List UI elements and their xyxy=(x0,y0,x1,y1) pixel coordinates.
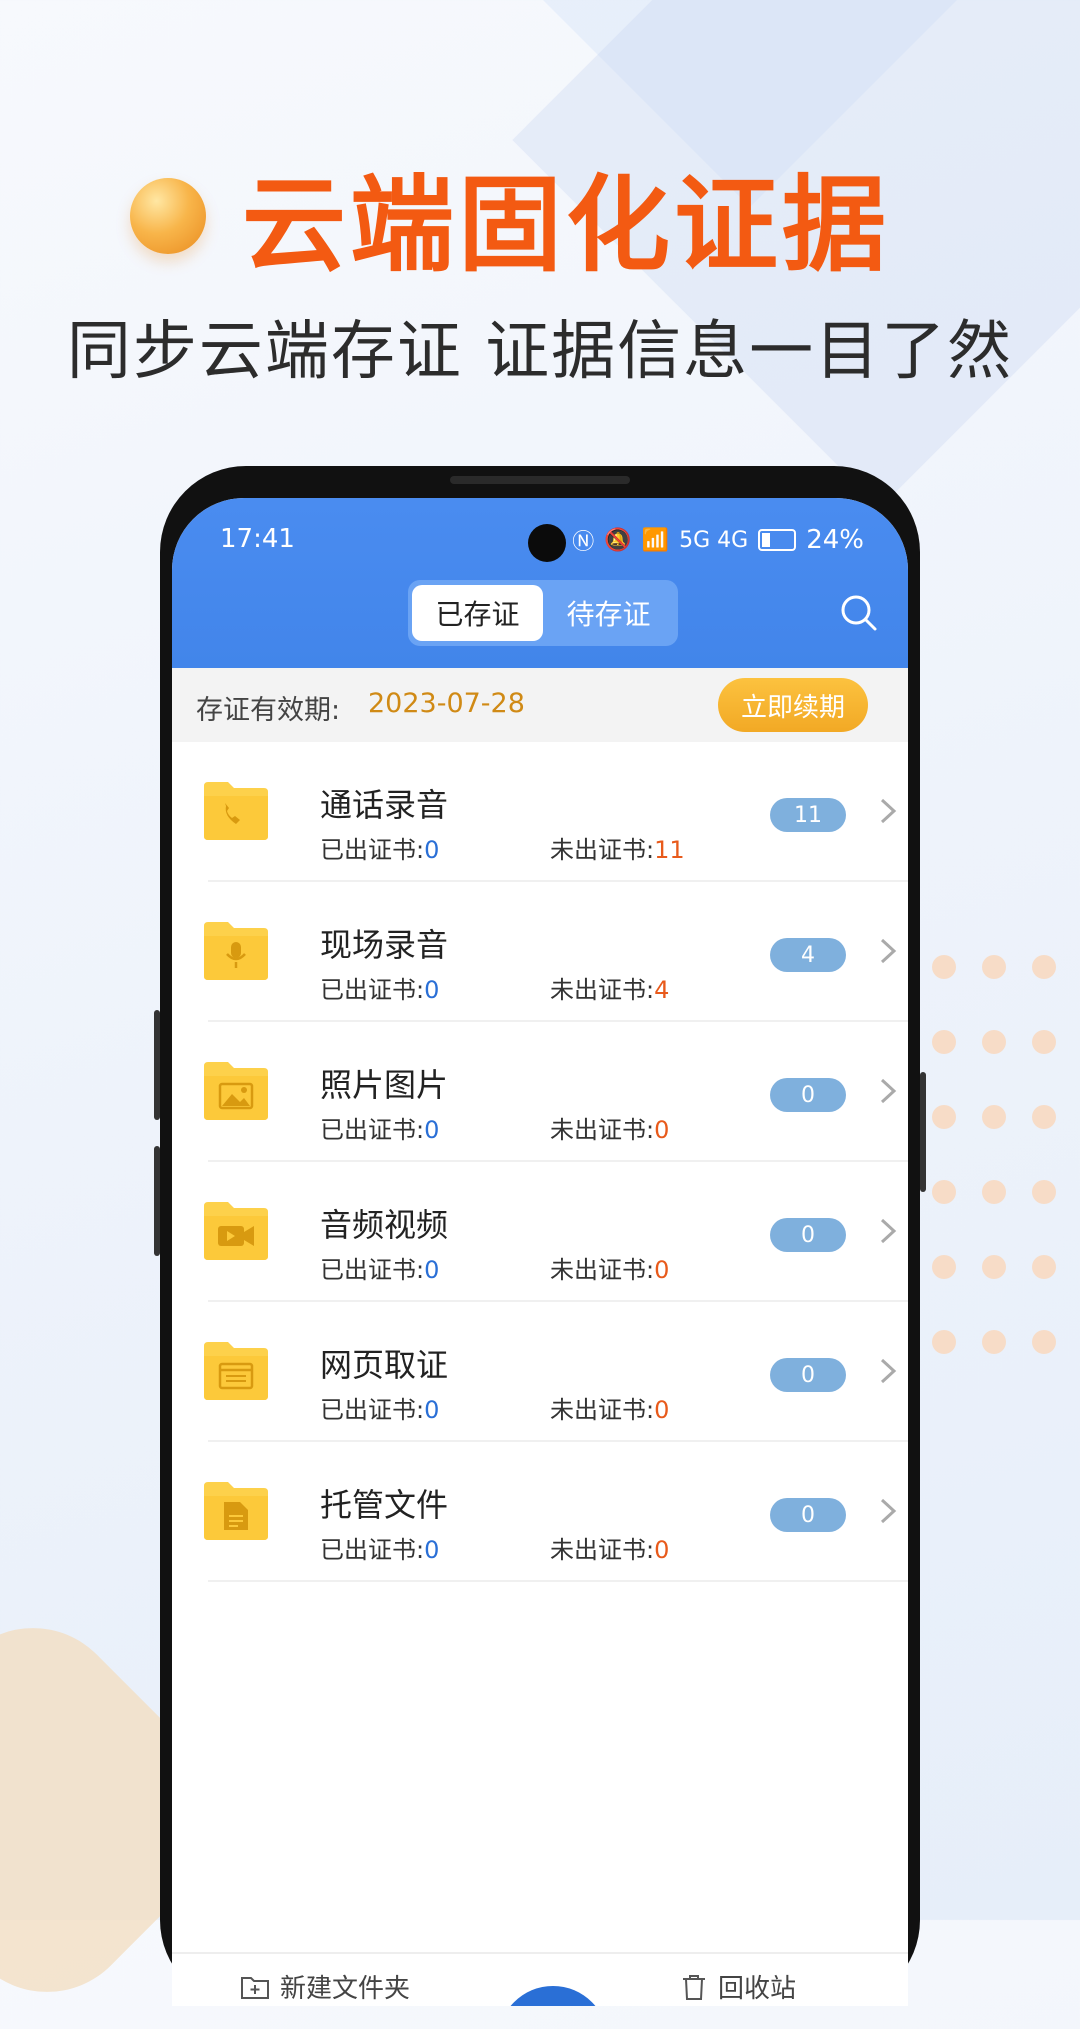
issued-count: 已出证书:0 xyxy=(320,1396,440,1424)
count-badge: 0 xyxy=(770,1078,846,1112)
volume-button xyxy=(154,1146,160,1256)
validity-bar: 存证有效期: 2023-07-28 立即续期 xyxy=(172,668,908,742)
count-badge: 11 xyxy=(770,798,846,832)
chevron-right-icon xyxy=(880,1358,897,1384)
status-bar: 17:41 Ⓝ 🔕 📶 5G 4G 24% xyxy=(172,516,908,566)
renew-button[interactable]: 立即续期 xyxy=(718,678,868,732)
mute-bell-icon: 🔕 xyxy=(604,527,632,553)
phone-frame: 17:41 Ⓝ 🔕 📶 5G 4G 24% 已存证 待存证 存证有效期: 202… xyxy=(154,466,926,2006)
app-header: 17:41 Ⓝ 🔕 📶 5G 4G 24% 已存证 待存证 xyxy=(172,498,908,668)
tab-stored[interactable]: 已存证 xyxy=(412,585,543,641)
pending-count: 未出证书:0 xyxy=(550,1396,670,1424)
issued-count: 已出证书:0 xyxy=(320,1536,440,1564)
page-title: 云端固化证据 xyxy=(242,164,891,286)
page-subtitle: 同步云端存证 证据信息一目了然 xyxy=(66,315,1014,389)
chevron-right-icon xyxy=(880,938,897,964)
folder-name: 现场录音 xyxy=(320,926,449,964)
image-icon xyxy=(204,1062,268,1120)
speaker-grille xyxy=(450,476,630,484)
issued-count: 已出证书:0 xyxy=(320,976,440,1004)
search-icon[interactable] xyxy=(840,594,878,632)
validity-date: 2023-07-28 xyxy=(368,688,525,719)
count-badge: 0 xyxy=(770,1498,846,1532)
wifi-icon: 📶 xyxy=(641,527,670,553)
validity-label: 存证有效期: xyxy=(196,695,341,726)
folder-row-hosted-files[interactable]: 托管文件 已出证书:0 未出证书:0 0 xyxy=(172,1442,908,1582)
count-badge: 4 xyxy=(770,938,846,972)
center-action-button[interactable] xyxy=(498,1986,608,2006)
document-icon xyxy=(204,1482,268,1540)
bottom-toolbar: 新建文件夹 回收站 xyxy=(172,1952,908,2006)
battery-icon xyxy=(758,529,797,551)
pending-count: 未出证书:4 xyxy=(550,976,670,1004)
folder-row-audio-video[interactable]: 音频视频 已出证书:0 未出证书:0 0 xyxy=(172,1162,908,1302)
new-folder-button[interactable]: 新建文件夹 xyxy=(240,1968,410,2005)
volume-button xyxy=(154,1010,160,1120)
folder-name: 通话录音 xyxy=(320,786,449,824)
front-camera xyxy=(528,524,566,562)
status-time: 17:41 xyxy=(220,524,295,554)
chevron-right-icon xyxy=(880,1078,897,1104)
headline: 云端固化证据 xyxy=(130,140,890,291)
issued-count: 已出证书:0 xyxy=(320,1116,440,1144)
pending-count: 未出证书:11 xyxy=(550,836,685,864)
nfc-icon: Ⓝ xyxy=(572,530,595,555)
count-badge: 0 xyxy=(770,1358,846,1392)
folder-name: 托管文件 xyxy=(320,1486,449,1524)
trash-icon xyxy=(683,1974,705,2000)
folder-add-icon xyxy=(241,1976,269,1999)
power-button xyxy=(920,1072,926,1192)
video-icon xyxy=(204,1202,268,1260)
battery-level: 24% xyxy=(806,525,864,555)
count-badge: 0 xyxy=(770,1218,846,1252)
folder-name: 照片图片 xyxy=(320,1066,449,1104)
folder-list: 通话录音 已出证书:0 未出证书:11 11 现场录音 已出证书:0 未出证书: xyxy=(172,742,908,1582)
pending-count: 未出证书:0 xyxy=(550,1256,670,1284)
webpage-icon xyxy=(204,1342,268,1400)
recycle-bin-label: 回收站 xyxy=(718,1974,797,2004)
signal-icon: 5G 4G xyxy=(679,527,749,553)
orb-icon xyxy=(130,177,206,254)
decorative-dots xyxy=(932,955,1056,1354)
folder-row-webpage[interactable]: 网页取证 已出证书:0 未出证书:0 0 xyxy=(172,1302,908,1442)
new-folder-label: 新建文件夹 xyxy=(280,1974,411,2004)
issued-count: 已出证书:0 xyxy=(320,836,440,864)
chevron-right-icon xyxy=(880,798,897,824)
folder-name: 音频视频 xyxy=(320,1206,449,1244)
pending-count: 未出证书:0 xyxy=(550,1536,670,1564)
folder-row-call-recording[interactable]: 通话录音 已出证书:0 未出证书:11 11 xyxy=(172,742,908,882)
microphone-icon xyxy=(204,922,268,980)
phone-icon xyxy=(204,782,268,840)
tab-pending[interactable]: 待存证 xyxy=(543,585,674,641)
issued-count: 已出证书:0 xyxy=(320,1256,440,1284)
pending-count: 未出证书:0 xyxy=(550,1116,670,1144)
app-screen: 17:41 Ⓝ 🔕 📶 5G 4G 24% 已存证 待存证 存证有效期: 202… xyxy=(172,498,908,2006)
status-icons: Ⓝ 🔕 📶 5G 4G 24% xyxy=(572,524,864,556)
folder-row-live-recording[interactable]: 现场录音 已出证书:0 未出证书:4 4 xyxy=(172,882,908,1022)
recycle-bin-button[interactable]: 回收站 xyxy=(680,1968,796,2005)
folder-name: 网页取证 xyxy=(320,1346,449,1384)
folder-row-photos[interactable]: 照片图片 已出证书:0 未出证书:0 0 xyxy=(172,1022,908,1162)
tab-switcher: 已存证 待存证 xyxy=(408,580,678,646)
chevron-right-icon xyxy=(880,1498,897,1524)
chevron-right-icon xyxy=(880,1218,897,1244)
